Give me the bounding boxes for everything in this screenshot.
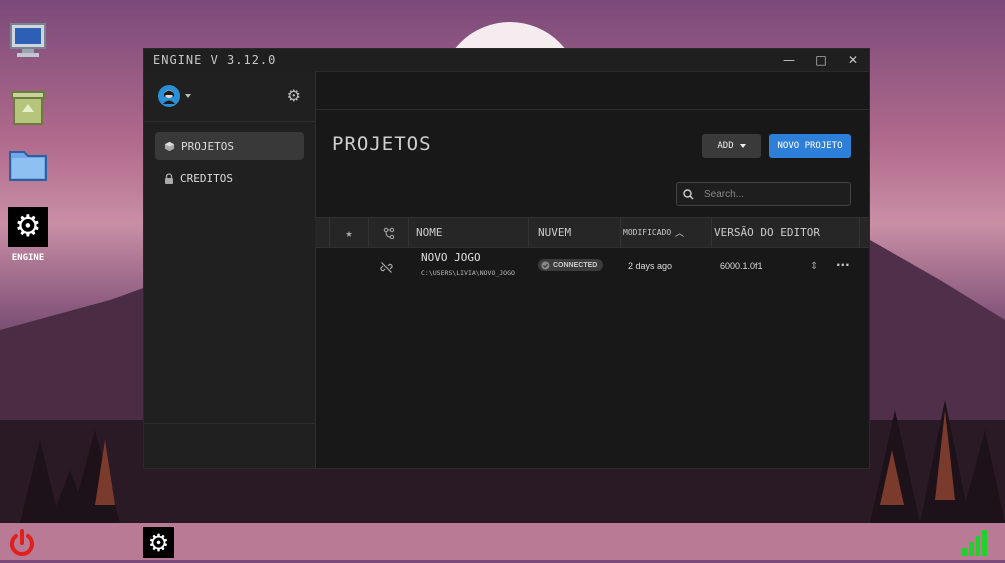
signal-strength-icon bbox=[962, 530, 987, 556]
cube-icon bbox=[164, 141, 175, 151]
table-row[interactable]: NOVO JOGO C:\USERS\LIVIA\NOVO_JOGO CONNE… bbox=[315, 251, 869, 301]
window-titlebar[interactable]: ENGINE V 3.12.0 — □ ✕ bbox=[144, 49, 869, 72]
sidebar-item-label: PROJETOS bbox=[181, 139, 234, 153]
account-menu[interactable] bbox=[158, 85, 191, 107]
search-field[interactable] bbox=[676, 182, 851, 206]
version-select-icon[interactable]: ⇕ bbox=[810, 259, 818, 273]
power-icon[interactable] bbox=[6, 527, 38, 559]
column-header-cloud[interactable]: NUVEM bbox=[529, 218, 621, 247]
taskbar-engine-button[interactable]: ⚙ bbox=[143, 527, 174, 558]
status-badge: CONNECTED bbox=[538, 259, 604, 271]
lock-icon bbox=[165, 172, 173, 184]
settings-gear-icon[interactable]: ⚙ bbox=[287, 88, 301, 104]
add-button-label: ADD bbox=[717, 141, 734, 151]
search-icon bbox=[683, 188, 694, 199]
add-button[interactable]: ADD bbox=[702, 134, 761, 158]
sidebar-item-projetos[interactable]: PROJETOS bbox=[155, 132, 304, 160]
engine-app-label: ENGINE bbox=[11, 253, 45, 263]
maximize-button[interactable]: □ bbox=[805, 49, 837, 71]
chevron-down-icon bbox=[185, 94, 191, 98]
column-header-editor-version[interactable]: VERSÃO DO EDITOR bbox=[712, 218, 860, 247]
column-vcs[interactable] bbox=[369, 218, 409, 247]
engine-app-icon[interactable]: ⚙ bbox=[8, 207, 48, 247]
gear-icon: ⚙ bbox=[14, 209, 42, 244]
sort-ascending-icon: ︿ bbox=[675, 229, 685, 239]
column-favorite[interactable]: ★ bbox=[330, 218, 369, 247]
unlinked-icon bbox=[380, 261, 393, 274]
monitor-icon[interactable] bbox=[8, 20, 48, 60]
branch-icon bbox=[383, 227, 394, 239]
close-button[interactable]: ✕ bbox=[837, 49, 869, 71]
column-header-label: MODIFICADO bbox=[623, 228, 672, 237]
sidebar: ⚙ PROJETOS CREDITOS bbox=[144, 71, 316, 468]
main-topbar bbox=[315, 71, 869, 110]
page-title: PROJETOS bbox=[332, 133, 432, 155]
more-options-icon[interactable]: ··· bbox=[836, 258, 850, 272]
recycle-bin-icon[interactable] bbox=[8, 88, 48, 128]
window-title: ENGINE V 3.12.0 bbox=[153, 53, 277, 67]
project-path: C:\USERS\LIVIA\NOVO_JOGO bbox=[421, 269, 515, 277]
editor-version-value: 6000.1.0f1 bbox=[720, 261, 763, 271]
sidebar-item-creditos[interactable]: CREDITOS bbox=[155, 164, 304, 192]
chevron-down-icon bbox=[739, 144, 746, 148]
gear-icon: ⚙ bbox=[147, 528, 170, 557]
avatar bbox=[158, 85, 180, 107]
search-input[interactable] bbox=[702, 187, 846, 201]
minimize-button[interactable]: — bbox=[773, 49, 805, 71]
project-name[interactable]: NOVO JOGO bbox=[421, 251, 481, 264]
status-label: CONNECTED bbox=[553, 261, 598, 269]
modified-date: 2 days ago bbox=[628, 261, 673, 271]
new-project-button[interactable]: NOVO PROJETO bbox=[769, 134, 851, 158]
column-spacer bbox=[315, 218, 330, 247]
folder-icon[interactable] bbox=[8, 144, 48, 184]
column-header-name[interactable]: NOME bbox=[409, 218, 529, 247]
engine-window: ENGINE V 3.12.0 — □ ✕ ⚙ PROJETOS CREDITO… bbox=[143, 48, 870, 469]
main-panel: PROJETOS ADD NOVO PROJETO ★ NOME NUVEM M… bbox=[315, 71, 869, 468]
sidebar-item-label: CREDITOS bbox=[180, 171, 233, 185]
star-icon: ★ bbox=[345, 225, 353, 240]
sidebar-footer bbox=[144, 423, 315, 468]
column-header-modified[interactable]: MODIFICADO ︿ bbox=[621, 218, 712, 247]
check-circle-icon bbox=[541, 261, 550, 269]
table-header: ★ NOME NUVEM MODIFICADO ︿ VERSÃO DO EDIT… bbox=[315, 217, 869, 248]
